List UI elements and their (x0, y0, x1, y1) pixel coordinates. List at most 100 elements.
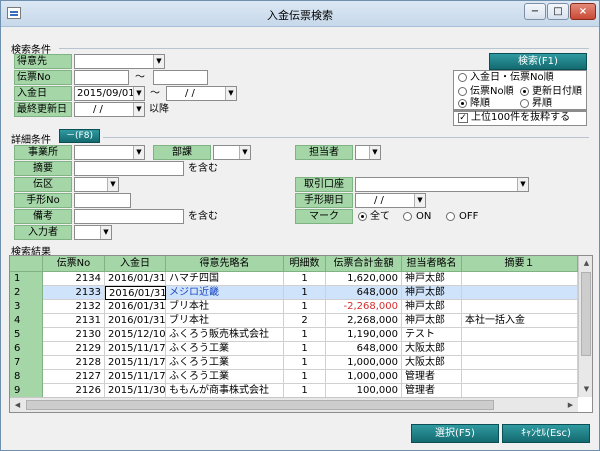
bill-due-label: 手形期日 (295, 193, 353, 208)
cell-date: 2015/11/30 (105, 384, 166, 398)
table-row[interactable]: 3 2132 2016/01/31 ブリ本社 1 -2,268,000 神戸太郎 (10, 300, 578, 314)
col-header-count[interactable]: 明細数 (284, 256, 326, 272)
table-row[interactable]: 7 2128 2015/11/17 ふくろう工業 1 1,000,000 大阪太郎 (10, 356, 578, 370)
horizontal-scrollbar[interactable]: ◀ ▶ (10, 397, 578, 412)
bill-no-input[interactable] (74, 193, 131, 208)
office-select[interactable]: ▼ (74, 145, 145, 160)
dropdown-arrow-icon[interactable]: ▼ (414, 194, 425, 207)
minimize-button[interactable]: − (524, 3, 546, 20)
scroll-right-icon[interactable]: ▶ (563, 398, 578, 412)
cell-amount: 648,000 (326, 286, 402, 300)
remarks-input[interactable] (74, 209, 184, 224)
bank-account-select[interactable]: ▼ (355, 177, 529, 192)
col-header-customer[interactable]: 得意先略名 (166, 256, 284, 272)
last-updated-value: / / (93, 104, 103, 115)
table-row[interactable]: 4 2131 2016/01/31 ブリ本社 2 2,268,000 神戸太郎 本社一括入金 (10, 314, 578, 328)
search-button[interactable]: 検索(F1) (489, 53, 587, 70)
row-number: 2 (10, 286, 43, 300)
cell-date: 2015/11/17 (105, 370, 166, 384)
summary-input[interactable] (74, 161, 184, 176)
table-row[interactable]: 9 2126 2015/11/30 ももんが商事株式会社 1 100,000 管理者 (10, 384, 578, 398)
cancel-button[interactable]: ｷｬﾝｾﾙ(Esc) (502, 424, 590, 443)
mark-on-radio[interactable] (403, 212, 412, 221)
scroll-left-icon[interactable]: ◀ (10, 398, 25, 412)
slip-no-to-input[interactable] (153, 70, 208, 85)
col-header-staff[interactable]: 担当者略名 (402, 256, 462, 272)
dropdown-arrow-icon[interactable]: ▼ (100, 226, 111, 239)
order-asc-radio[interactable] (520, 99, 529, 108)
cell-customer: ももんが商事株式会社 (166, 384, 284, 398)
cell-count: 1 (284, 272, 326, 286)
cell-slip-no: 2128 (43, 356, 105, 370)
summary-label: 摘要 (14, 161, 72, 176)
cell-slip-no: 2132 (43, 300, 105, 314)
summary-contains-label: を含む (188, 163, 218, 174)
mark-all-radio[interactable] (358, 212, 367, 221)
dropdown-arrow-icon[interactable]: ▼ (153, 55, 164, 68)
slip-no-label: 伝票No (14, 70, 72, 85)
cell-amount: 648,000 (326, 342, 402, 356)
dropdown-arrow-icon[interactable]: ▼ (107, 178, 118, 191)
bill-due-input[interactable]: / / ▼ (355, 193, 426, 208)
sort-slip-no-radio[interactable] (458, 87, 467, 96)
cell-staff: 神戸太郎 (402, 300, 462, 314)
cell-amount: 100,000 (326, 384, 402, 398)
dropdown-arrow-icon[interactable]: ▼ (517, 178, 528, 191)
bill-no-label: 手形No (14, 193, 72, 208)
top100-label: 上位100件を抜粋する (471, 112, 571, 123)
close-button[interactable]: × (570, 3, 596, 20)
dropdown-arrow-icon[interactable]: ▼ (369, 146, 380, 159)
vertical-scrollbar[interactable]: ▲ ▼ (578, 256, 592, 397)
slip-no-from-input[interactable] (74, 70, 129, 85)
cell-slip-no: 2126 (43, 384, 105, 398)
cell-customer: ふくろう販売株式会社 (166, 328, 284, 342)
cell-staff: 管理者 (402, 384, 462, 398)
top100-checkbox[interactable]: ✓ (458, 113, 468, 123)
payment-date-to-input[interactable]: / / ▼ (166, 86, 237, 101)
vertical-scroll-thumb[interactable] (581, 272, 591, 356)
customer-select[interactable]: ▼ (74, 54, 165, 69)
staff-label: 担当者 (295, 145, 353, 160)
col-header-date[interactable]: 入金日 (105, 256, 166, 272)
dropdown-arrow-icon[interactable]: ▼ (133, 103, 144, 116)
dropdown-arrow-icon[interactable]: ▼ (133, 87, 144, 100)
order-asc-label: 昇順 (532, 98, 552, 109)
maximize-button[interactable]: □ (547, 3, 569, 20)
col-header-slip-no[interactable]: 伝票No (43, 256, 105, 272)
select-button[interactable]: 選択(F5) (411, 424, 499, 443)
table-row[interactable]: 6 2129 2015/11/17 ふくろう工業 1 648,000 大阪太郎 (10, 342, 578, 356)
dropdown-arrow-icon[interactable]: ▼ (225, 87, 236, 100)
sort-update-date-radio[interactable] (520, 87, 529, 96)
sort-date-slip-radio[interactable] (458, 73, 467, 82)
table-row[interactable]: 2 2133 2016/01/31 メジロ近畿 1 648,000 神戸太郎 (10, 286, 578, 300)
dropdown-arrow-icon[interactable]: ▼ (133, 146, 144, 159)
col-header-amount[interactable]: 伝票合計金額 (326, 256, 402, 272)
scroll-up-icon[interactable]: ▲ (579, 256, 592, 271)
table-row[interactable]: 5 2130 2015/12/10 ふくろう販売株式会社 1 1,190,000 テスト (10, 328, 578, 342)
section-divider (59, 48, 589, 49)
slip-type-label: 伝区 (14, 177, 72, 192)
cell-date: 2016/01/31 (105, 286, 166, 300)
horizontal-scroll-thumb[interactable] (26, 400, 494, 410)
table-row[interactable]: 1 2134 2016/01/31 ハマチ四国 1 1,620,000 神戸太郎 (10, 272, 578, 286)
payment-date-to-value: / / (185, 88, 195, 99)
mark-off-radio[interactable] (446, 212, 455, 221)
mark-off-label: OFF (459, 211, 479, 222)
cell-count: 1 (284, 286, 326, 300)
slip-type-select[interactable]: ▼ (74, 177, 119, 192)
cell-date: 2016/01/31 (105, 300, 166, 314)
bank-account-label: 取引口座 (295, 177, 353, 192)
staff-select[interactable]: ▼ (355, 145, 381, 160)
payment-date-from-input[interactable]: 2015/09/01 ▼ (74, 86, 145, 101)
order-desc-radio[interactable] (458, 99, 467, 108)
detail-toggle-button[interactable]: －(F8) (59, 129, 100, 143)
dropdown-arrow-icon[interactable]: ▼ (239, 146, 250, 159)
col-header-summary[interactable]: 摘要１ (462, 256, 578, 272)
cell-slip-no: 2129 (43, 342, 105, 356)
entered-by-select[interactable]: ▼ (74, 225, 112, 240)
scroll-down-icon[interactable]: ▼ (579, 382, 592, 397)
last-updated-input[interactable]: / / ▼ (74, 102, 145, 117)
department-select[interactable]: ▼ (213, 145, 251, 160)
cell-staff: 管理者 (402, 370, 462, 384)
table-row[interactable]: 8 2127 2015/11/17 ふくろう工業 1 1,000,000 管理者 (10, 370, 578, 384)
